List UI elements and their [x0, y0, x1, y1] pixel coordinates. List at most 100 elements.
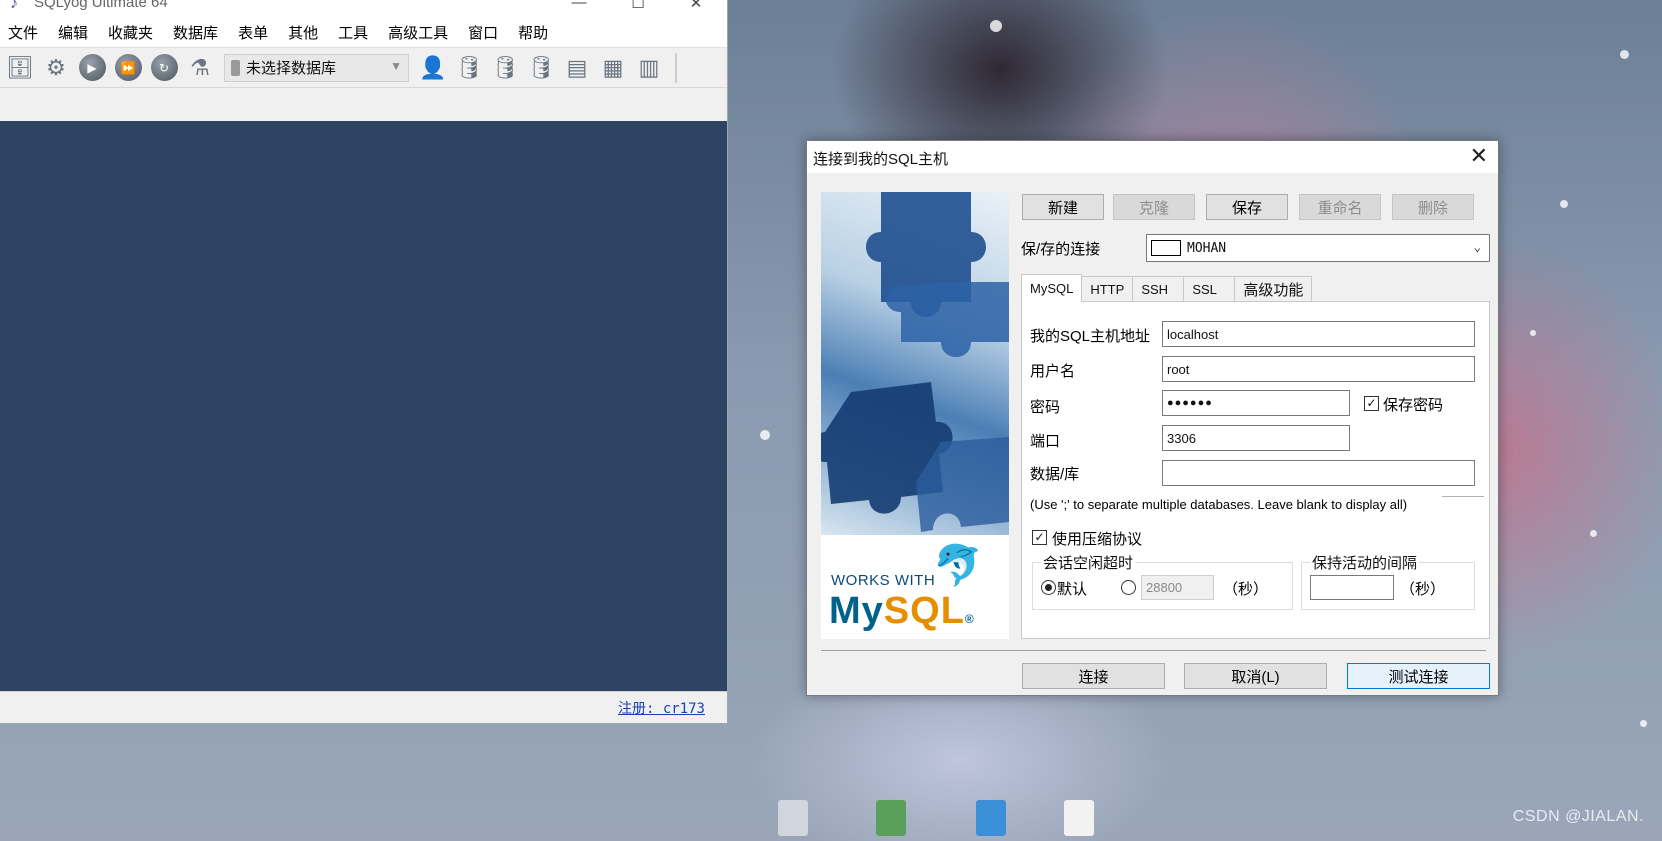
username-label: 用户名	[1030, 363, 1076, 380]
user-manager-icon[interactable]: 👤	[415, 51, 451, 85]
saved-connection-select[interactable]: MOHAN ⌄	[1146, 234, 1490, 262]
plug-icon[interactable]: ⚙	[38, 51, 74, 85]
puzzle-image	[821, 192, 1009, 535]
note-divider	[1442, 496, 1484, 497]
toolbar-gap	[0, 88, 727, 121]
connection-dialog: 连接到我的SQL主机 ✕ WORKS WITH 🐬 MySQL® 新建 克隆 保…	[806, 140, 1499, 696]
refresh-icon: ↻	[150, 54, 178, 81]
desktop-monitor-icon[interactable]	[976, 800, 1006, 836]
table-icon[interactable]: ▦	[595, 51, 631, 85]
keepalive-input[interactable]	[1310, 575, 1394, 600]
maximize-button[interactable]: ☐	[626, 0, 650, 12]
play-icon: ▶	[78, 54, 106, 81]
tab-mysql[interactable]: MySQL	[1021, 274, 1083, 302]
compress-protocol-checkbox[interactable]: ✓	[1032, 530, 1047, 545]
sqlyog-main-window: ♪ SQLyog Ultimate 64 — ☐ ✕ 文件 编辑 收藏夹 数据库…	[0, 0, 728, 724]
menu-favorites[interactable]: 收藏夹	[108, 22, 153, 43]
password-label: 密码	[1030, 399, 1061, 416]
timeout-input[interactable]: 28800	[1141, 575, 1214, 600]
fast-forward-icon: ⏩	[114, 54, 142, 81]
menu-database[interactable]: 数据库	[173, 22, 218, 43]
registered-mark: ®	[964, 612, 975, 626]
snowflake	[1620, 50, 1629, 59]
tab-ssl[interactable]: SSL	[1183, 276, 1236, 302]
menu-tools[interactable]: 工具	[338, 22, 368, 43]
menu-advanced-tools[interactable]: 高级工具	[388, 22, 448, 43]
table-copy-icon[interactable]: ▥	[631, 51, 667, 85]
recycle-bin-icon[interactable]	[778, 800, 808, 836]
close-button[interactable]: ✕	[684, 0, 708, 12]
execute-all-button[interactable]: ⏩	[110, 51, 146, 85]
footer-divider	[821, 650, 1486, 651]
menu-file[interactable]: 文件	[8, 22, 38, 43]
database-upload-icon[interactable]: 🛢	[487, 51, 523, 85]
mysql-logo-my: My	[829, 590, 884, 632]
minimize-button[interactable]: —	[567, 0, 591, 11]
workspace	[0, 121, 727, 691]
connection-color-swatch	[1151, 240, 1181, 256]
default-timeout-label: 默认	[1057, 581, 1088, 598]
snowflake	[760, 430, 770, 440]
database-add-icon[interactable]: 🛢	[451, 51, 487, 85]
menu-table[interactable]: 表单	[238, 22, 268, 43]
default-timeout-radio[interactable]	[1041, 580, 1056, 595]
username-input[interactable]: root	[1162, 356, 1475, 382]
keepalive-unit: （秒）	[1400, 581, 1446, 598]
app-titlebar[interactable]: ♪ SQLyog Ultimate 64 — ☐ ✕	[0, 0, 727, 18]
execute-query-button[interactable]: ▶	[74, 51, 110, 85]
snowflake	[1560, 200, 1568, 208]
query-builder-icon[interactable]: ⚗	[182, 51, 218, 85]
chevron-down-icon: ⌄	[1473, 240, 1481, 254]
registration-link[interactable]: 注册: cr173	[618, 698, 705, 718]
clone-button[interactable]: 克隆	[1113, 194, 1195, 220]
database-input[interactable]	[1162, 460, 1475, 486]
save-button[interactable]: 保存	[1206, 194, 1288, 220]
password-input[interactable]: ●●●●●●	[1162, 390, 1350, 416]
dialog-titlebar[interactable]: 连接到我的SQL主机 ✕	[807, 141, 1498, 173]
rename-button[interactable]: 重命名	[1299, 194, 1381, 220]
desktop-document-icon[interactable]	[1064, 800, 1094, 836]
cancel-button[interactable]: 取消(L)	[1184, 663, 1327, 689]
database-selector[interactable]: 未选择数据库 ▼	[224, 53, 409, 82]
chevron-down-icon: ▼	[390, 58, 402, 73]
tab-ssh[interactable]: SSH	[1132, 276, 1185, 302]
desktop-app-icon[interactable]	[876, 800, 906, 836]
dialog-close-button[interactable]: ✕	[1470, 143, 1488, 169]
saved-connection-value: MOHAN	[1187, 240, 1227, 256]
connect-button[interactable]: 连接	[1022, 663, 1165, 689]
dialog-title: 连接到我的SQL主机	[813, 151, 949, 168]
database-copy-icon[interactable]: 🛢	[523, 51, 559, 85]
save-password-checkbox[interactable]: ✓	[1364, 396, 1379, 411]
host-input[interactable]: localhost	[1162, 321, 1475, 347]
menu-other[interactable]: 其他	[288, 22, 318, 43]
menu-help[interactable]: 帮助	[518, 22, 548, 43]
session-timeout-title: 会话空闲超时	[1041, 552, 1136, 573]
tab-advanced[interactable]: 高级功能	[1234, 276, 1313, 302]
new-button[interactable]: 新建	[1022, 194, 1104, 220]
mysql-logo-sql: SQL	[883, 590, 965, 632]
port-input[interactable]: 3306	[1162, 425, 1350, 451]
port-label: 端口	[1030, 433, 1061, 450]
refresh-button[interactable]: ↻	[146, 51, 182, 85]
csdn-watermark: CSDN @JIALAN.	[1512, 808, 1644, 825]
menu-bar: 文件 编辑 收藏夹 数据库 表单 其他 工具 高级工具 窗口 帮助	[0, 18, 727, 48]
menu-window[interactable]: 窗口	[468, 22, 498, 43]
menu-edit[interactable]: 编辑	[58, 22, 88, 43]
keepalive-title: 保持活动的间隔	[1310, 552, 1420, 573]
test-connection-button[interactable]: 测试连接	[1347, 663, 1490, 689]
works-with-text: WORKS WITH	[831, 572, 936, 589]
custom-timeout-radio[interactable]	[1121, 580, 1136, 595]
delete-button[interactable]: 删除	[1392, 194, 1474, 220]
tab-http[interactable]: HTTP	[1081, 276, 1134, 302]
app-title: SQLyog Ultimate 64	[34, 0, 168, 11]
snowflake	[1640, 720, 1647, 727]
compress-protocol-label: 使用压缩协议	[1052, 531, 1143, 548]
database-label: 数据/库	[1030, 466, 1080, 483]
mysql-logo: MySQL®	[829, 590, 975, 633]
database-selector-value: 未选择数据库	[246, 60, 337, 77]
session-timeout-group: 会话空闲超时 默认 28800 （秒）	[1032, 552, 1293, 610]
mysql-banner: WORKS WITH 🐬 MySQL®	[821, 192, 1009, 639]
snowflake	[1590, 530, 1597, 537]
new-connection-icon[interactable]: 🗄	[2, 51, 38, 85]
table-export-icon[interactable]: ▤	[559, 51, 595, 85]
